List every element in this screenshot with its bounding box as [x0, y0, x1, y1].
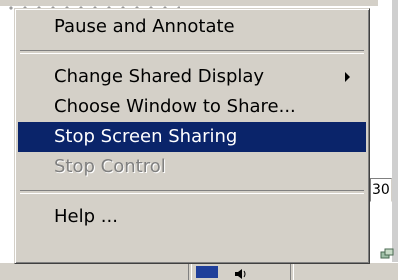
menu-separator — [20, 190, 364, 194]
menu-item-stop-control: Stop Control — [18, 152, 366, 182]
menu-item-stop-screen-sharing[interactable]: Stop Screen Sharing — [18, 122, 366, 152]
menu-separator — [20, 50, 364, 54]
background-blue-button[interactable] — [196, 266, 218, 278]
screen: 30 Pause and Annotate Change Shared Disp… — [0, 0, 398, 280]
menu-item-label: Change Shared Display — [54, 66, 265, 87]
toolbar-separator — [188, 264, 192, 280]
menu-item-change-shared-display[interactable]: Change Shared Display — [18, 62, 366, 92]
background-input-field[interactable]: 30 — [370, 178, 392, 202]
menu-item-help[interactable]: Help ... — [18, 202, 366, 232]
toolbar-separator — [290, 264, 294, 280]
menu-item-label: Choose Window to Share... — [54, 96, 296, 117]
menu-item-choose-window-to-share[interactable]: Choose Window to Share... — [18, 92, 366, 122]
menu-item-label: Help ... — [54, 206, 118, 227]
network-icon[interactable] — [380, 246, 394, 260]
speaker-icon[interactable] — [234, 265, 248, 279]
menu-item-label: Pause and Annotate — [54, 16, 235, 37]
submenu-arrow-icon — [345, 72, 350, 82]
context-menu: Pause and Annotate Change Shared Display… — [14, 8, 370, 264]
background-window-edge — [392, 0, 398, 280]
menu-item-label: Stop Screen Sharing — [54, 126, 238, 147]
menu-item-pause-and-annotate[interactable]: Pause and Annotate — [18, 12, 366, 42]
menu-item-label: Stop Control — [54, 156, 166, 177]
